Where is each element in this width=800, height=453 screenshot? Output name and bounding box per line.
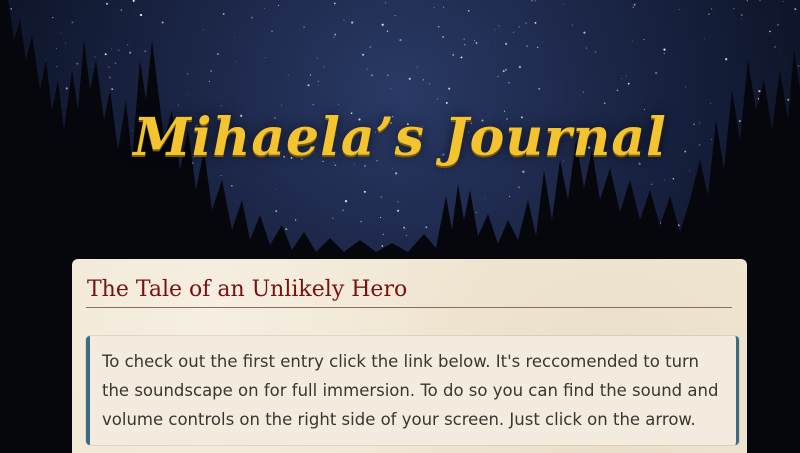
intro-panel: The Tale of an Unlikely Hero To check ou… (72, 259, 747, 453)
instruction-text: To check out the first entry click the l… (102, 352, 719, 429)
site-title: Mihaela’s Journal (133, 107, 667, 168)
instruction-callout: To check out the first entry click the l… (86, 336, 739, 445)
journal-page: Mihaela’s Journal The Tale of an Unlikel… (0, 0, 800, 453)
title-divider (86, 307, 732, 308)
panel-title: The Tale of an Unlikely Hero (87, 277, 408, 302)
